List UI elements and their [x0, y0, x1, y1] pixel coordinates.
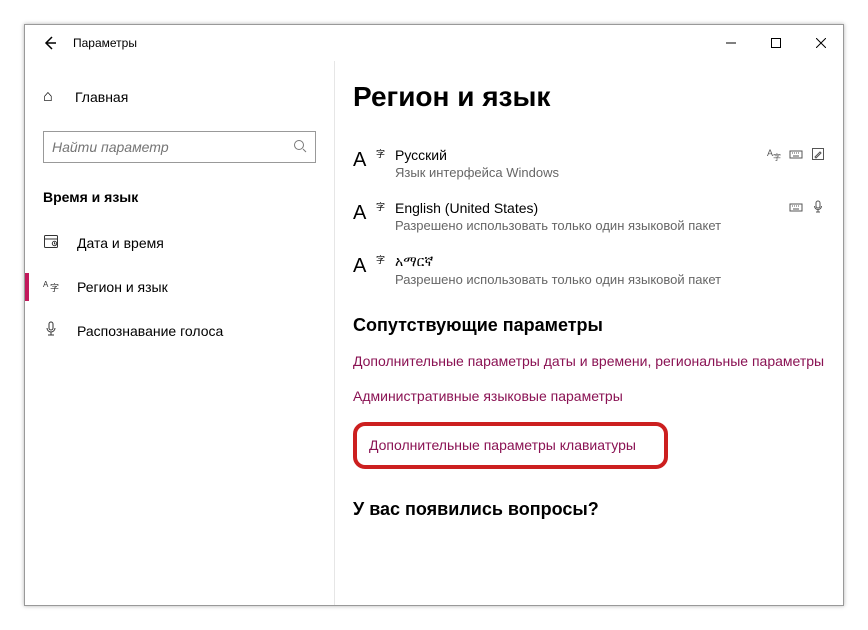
language-item-russian[interactable]: A字 Русский Язык интерфейса Windows A字	[353, 137, 825, 190]
page-title: Регион и язык	[353, 81, 825, 113]
handwriting-icon	[811, 147, 825, 164]
language-desc: Разрешено использовать только один языко…	[395, 218, 789, 233]
questions-heading: У вас появились вопросы?	[353, 499, 825, 520]
language-icon: A字	[43, 277, 67, 298]
maximize-button[interactable]	[753, 27, 798, 59]
language-item-english[interactable]: A字 English (United States) Разрешено исп…	[353, 190, 825, 243]
home-button[interactable]: ⌂ Главная	[43, 77, 316, 117]
keyboard-icon	[789, 147, 803, 164]
sidebar-item-label: Дата и время	[77, 235, 164, 251]
home-label: Главная	[75, 89, 128, 105]
language-glyph-icon: A字	[353, 255, 381, 278]
settings-window: Параметры ⌂ Главная	[24, 24, 844, 606]
window-controls	[708, 27, 843, 59]
close-button[interactable]	[798, 27, 843, 59]
main-panel: Регион и язык A字 Русский Язык интерфейса…	[335, 61, 843, 605]
search-icon	[293, 139, 307, 156]
link-admin-language-settings[interactable]: Административные языковые параметры	[353, 387, 825, 406]
sidebar-item-speech[interactable]: Распознавание голоса	[25, 309, 334, 353]
language-name: Русский	[395, 147, 767, 163]
sidebar-category-heading: Время и язык	[25, 189, 334, 205]
search-input-container[interactable]	[43, 131, 316, 163]
link-advanced-keyboard-settings[interactable]: Дополнительные параметры клавиатуры	[369, 436, 636, 455]
home-icon: ⌂	[43, 88, 67, 106]
related-settings-heading: Сопутствующие параметры	[353, 315, 825, 336]
sidebar-item-date-time[interactable]: Дата и время	[25, 221, 334, 265]
calendar-icon	[43, 233, 67, 254]
titlebar: Параметры	[25, 25, 843, 61]
language-list: A字 Русский Язык интерфейса Windows A字	[353, 137, 825, 297]
sidebar-item-label: Распознавание голоса	[77, 323, 223, 339]
content-area: ⌂ Главная Время и язык Дата и время	[25, 61, 843, 605]
language-glyph-icon: A字	[353, 202, 381, 225]
maximize-icon	[771, 38, 781, 48]
language-desc: Разрешено использовать только один языко…	[395, 272, 825, 287]
link-date-region-settings[interactable]: Дополнительные параметры даты и времени,…	[353, 352, 825, 371]
window-title: Параметры	[73, 36, 137, 50]
text-to-speech-icon: A字	[767, 147, 781, 164]
svg-text:字: 字	[773, 152, 781, 161]
svg-text:字: 字	[50, 282, 59, 293]
microphone-icon	[43, 321, 67, 342]
language-desc: Язык интерфейса Windows	[395, 165, 767, 180]
svg-text:A: A	[43, 280, 49, 289]
sidebar-item-region-language[interactable]: A字 Регион и язык	[25, 265, 334, 309]
language-name: አማርኛ	[395, 253, 825, 270]
language-item-amharic[interactable]: A字 አማርኛ Разрешено использовать только од…	[353, 243, 825, 297]
highlight-annotation: Дополнительные параметры клавиатуры	[353, 422, 668, 469]
keyboard-icon	[789, 200, 803, 217]
close-icon	[816, 38, 826, 48]
language-glyph-icon: A字	[353, 149, 381, 172]
sidebar: ⌂ Главная Время и язык Дата и время	[25, 61, 335, 605]
language-name: English (United States)	[395, 200, 789, 216]
speech-icon	[811, 200, 825, 217]
arrow-left-icon	[42, 35, 58, 51]
back-button[interactable]	[33, 26, 67, 60]
search-input[interactable]	[52, 139, 293, 155]
minimize-button[interactable]	[708, 27, 753, 59]
sidebar-item-label: Регион и язык	[77, 279, 168, 295]
minimize-icon	[726, 38, 736, 48]
